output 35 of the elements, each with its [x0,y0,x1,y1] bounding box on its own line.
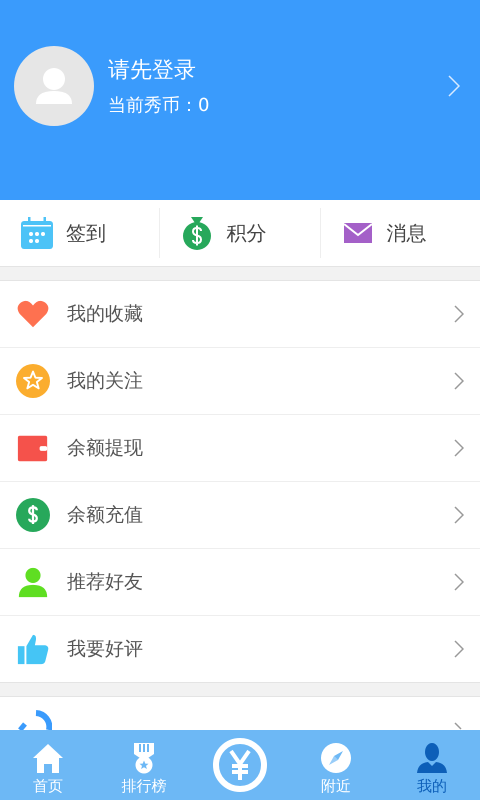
menu-item[interactable]: 推荐好友 [0,548,480,615]
chevron-icon [454,372,464,390]
menu-item[interactable]: 我要好评 [0,615,480,682]
dollar-icon [16,498,50,532]
person-icon [16,565,50,599]
menu-item[interactable]: 我的收藏 [0,281,480,347]
chevron-icon [454,573,464,591]
chevron-icon [448,75,460,97]
quick-action[interactable]: 消息 [320,208,480,258]
avatar-icon [14,46,94,126]
yen-coin-icon [212,737,268,793]
menu-item[interactable]: 余额提现 [0,414,480,481]
menu-label: 推荐好友 [67,570,144,595]
login-prompt: 请先登录 [108,57,197,85]
menu-label: 余额充值 [67,503,144,528]
compass-icon [320,742,352,774]
quick-action[interactable]: 签到 [0,208,160,258]
chevron-icon [454,439,464,457]
menu-label: 我的收藏 [67,302,144,327]
chevron-icon [454,722,462,730]
home-icon [32,742,64,774]
chevron-icon [454,640,464,658]
chevron-icon [454,305,464,323]
coin-balance: 当前秀币：0 [108,94,210,117]
menu-item[interactable]: 我的关注 [0,347,480,414]
thumbs-up-icon [16,632,50,666]
menu-label: 我的关注 [67,369,144,394]
chevron-icon [454,506,464,524]
calendar-icon [20,216,54,250]
user-icon [416,742,448,774]
menu-item[interactable]: 余额充值 [0,481,480,548]
arc-icon [16,710,52,730]
quick-action[interactable]: 积分 [159,208,320,258]
menu-label: 余额提现 [67,436,144,461]
menu-label: 我要好评 [67,637,144,662]
